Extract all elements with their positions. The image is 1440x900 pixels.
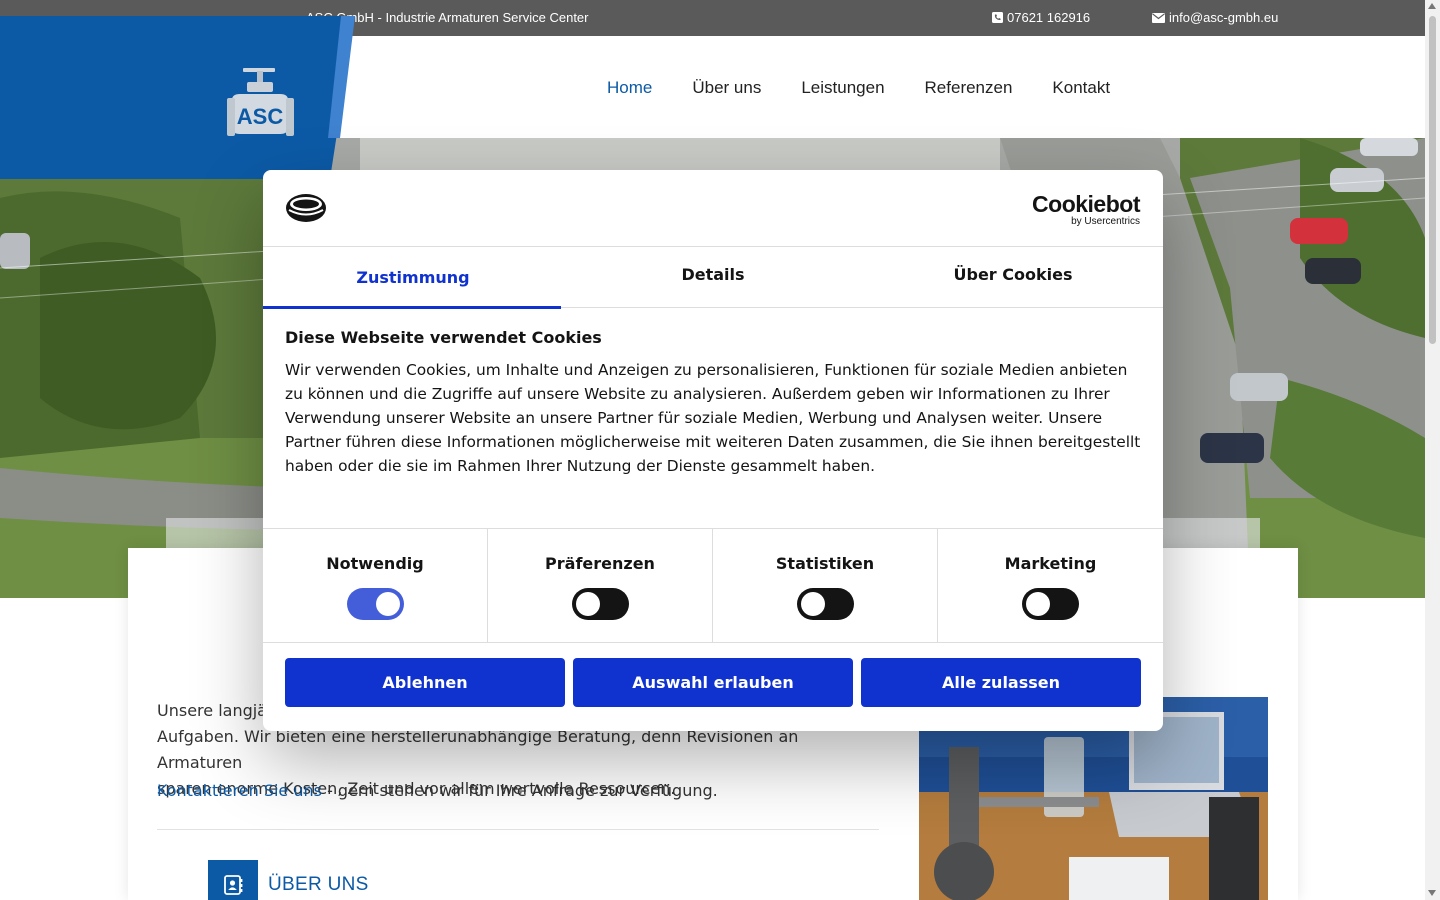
toggle-knob	[375, 592, 400, 616]
toggle-label-statistiken: Statistiken	[775, 554, 875, 573]
envelope-icon	[1152, 12, 1165, 23]
nav-kontakt[interactable]: Kontakt	[1052, 78, 1110, 98]
toggle-praeferenzen[interactable]	[571, 588, 629, 620]
phone-number[interactable]: 07621 162916	[1007, 10, 1090, 25]
nav-ueber-uns[interactable]: Über uns	[692, 78, 761, 98]
nav-leistungen[interactable]: Leistungen	[801, 78, 884, 98]
scroll-up-arrow[interactable]	[1428, 3, 1436, 9]
toggle-label-marketing: Marketing	[1004, 554, 1097, 573]
cookiebot-logo-icon	[286, 194, 326, 222]
tab-ueber-cookies[interactable]: Über Cookies	[863, 247, 1163, 308]
allow-all-button[interactable]: Alle zulassen	[861, 658, 1141, 707]
cookie-dialog-header: Cookiebot by Usercentrics	[263, 170, 1163, 247]
main-nav: Home Über uns Leistungen Referenzen Kont…	[607, 78, 1150, 98]
contact-text: - gern stehen wir für Ihre Anfrage zur V…	[321, 781, 718, 800]
intro-line-2: Aufgaben. Wir bieten eine herstellerunab…	[157, 727, 799, 772]
toggle-label-praeferenzen: Präferenzen	[545, 554, 655, 573]
cookie-description: Wir verwenden Cookies, um Inhalte und An…	[285, 361, 1141, 475]
cookiebot-name: Cookiebot	[1032, 191, 1140, 217]
tab-details[interactable]: Details	[563, 247, 863, 308]
email-contact[interactable]: info@asc-gmbh.eu	[1152, 10, 1278, 25]
cookie-buttons: Ablehnen Auswahl erlauben Alle zulassen	[285, 658, 1141, 707]
phone-icon	[992, 12, 1003, 23]
toggle-knob	[800, 592, 825, 616]
cookie-dialog: Cookiebot by Usercentrics Zustimmung Det…	[263, 170, 1163, 731]
scroll-down-arrow[interactable]	[1428, 890, 1436, 896]
section-icon-box	[208, 860, 258, 900]
toggle-statistiken[interactable]	[796, 588, 854, 620]
cookie-tabs: Zustimmung Details Über Cookies	[263, 247, 1163, 309]
toggle-label-notwendig: Notwendig	[326, 554, 424, 573]
address-book-icon	[224, 875, 243, 895]
cookiebot-brand[interactable]: Cookiebot by Usercentrics	[1032, 192, 1140, 227]
email-address[interactable]: info@asc-gmbh.eu	[1169, 10, 1278, 25]
phone-contact[interactable]: 07621 162916	[992, 10, 1090, 25]
toggle-group-praeferenzen: Präferenzen	[488, 529, 713, 642]
cookiebot-subtitle: by Usercentrics	[1071, 216, 1140, 227]
cookie-body: Diese Webseite verwendet Cookies Wir ver…	[285, 328, 1141, 478]
toggle-knob	[575, 592, 600, 616]
nav-referenzen[interactable]: Referenzen	[925, 78, 1013, 98]
scrollbar-thumb[interactable]	[1429, 16, 1436, 344]
toggle-marketing[interactable]	[1022, 588, 1079, 620]
consent-toggles: Notwendig Präferenzen Statistiken Market…	[263, 528, 1163, 643]
cookie-heading: Diese Webseite verwendet Cookies	[285, 328, 602, 347]
toggle-group-notwendig: Notwendig	[263, 529, 488, 642]
tab-zustimmung[interactable]: Zustimmung	[263, 247, 563, 309]
svg-text:ASC: ASC	[237, 104, 284, 129]
toggle-group-statistiken: Statistiken	[713, 529, 938, 642]
section-title[interactable]: ÜBER UNS	[268, 874, 369, 896]
allow-selection-button[interactable]: Auswahl erlauben	[573, 658, 853, 707]
toggle-notwendig[interactable]	[346, 588, 404, 620]
divider	[157, 829, 879, 830]
logo[interactable]: ASC	[0, 16, 355, 179]
contact-link[interactable]: Kontaktieren Sie uns	[157, 781, 322, 800]
contact-line: Kontaktieren Sie uns - gern stehen wir f…	[157, 780, 718, 802]
scrollbar[interactable]	[1425, 0, 1440, 900]
decline-button[interactable]: Ablehnen	[285, 658, 565, 707]
toggle-knob	[1026, 592, 1050, 616]
toggle-group-marketing: Marketing	[938, 529, 1163, 642]
nav-home[interactable]: Home	[607, 78, 652, 98]
